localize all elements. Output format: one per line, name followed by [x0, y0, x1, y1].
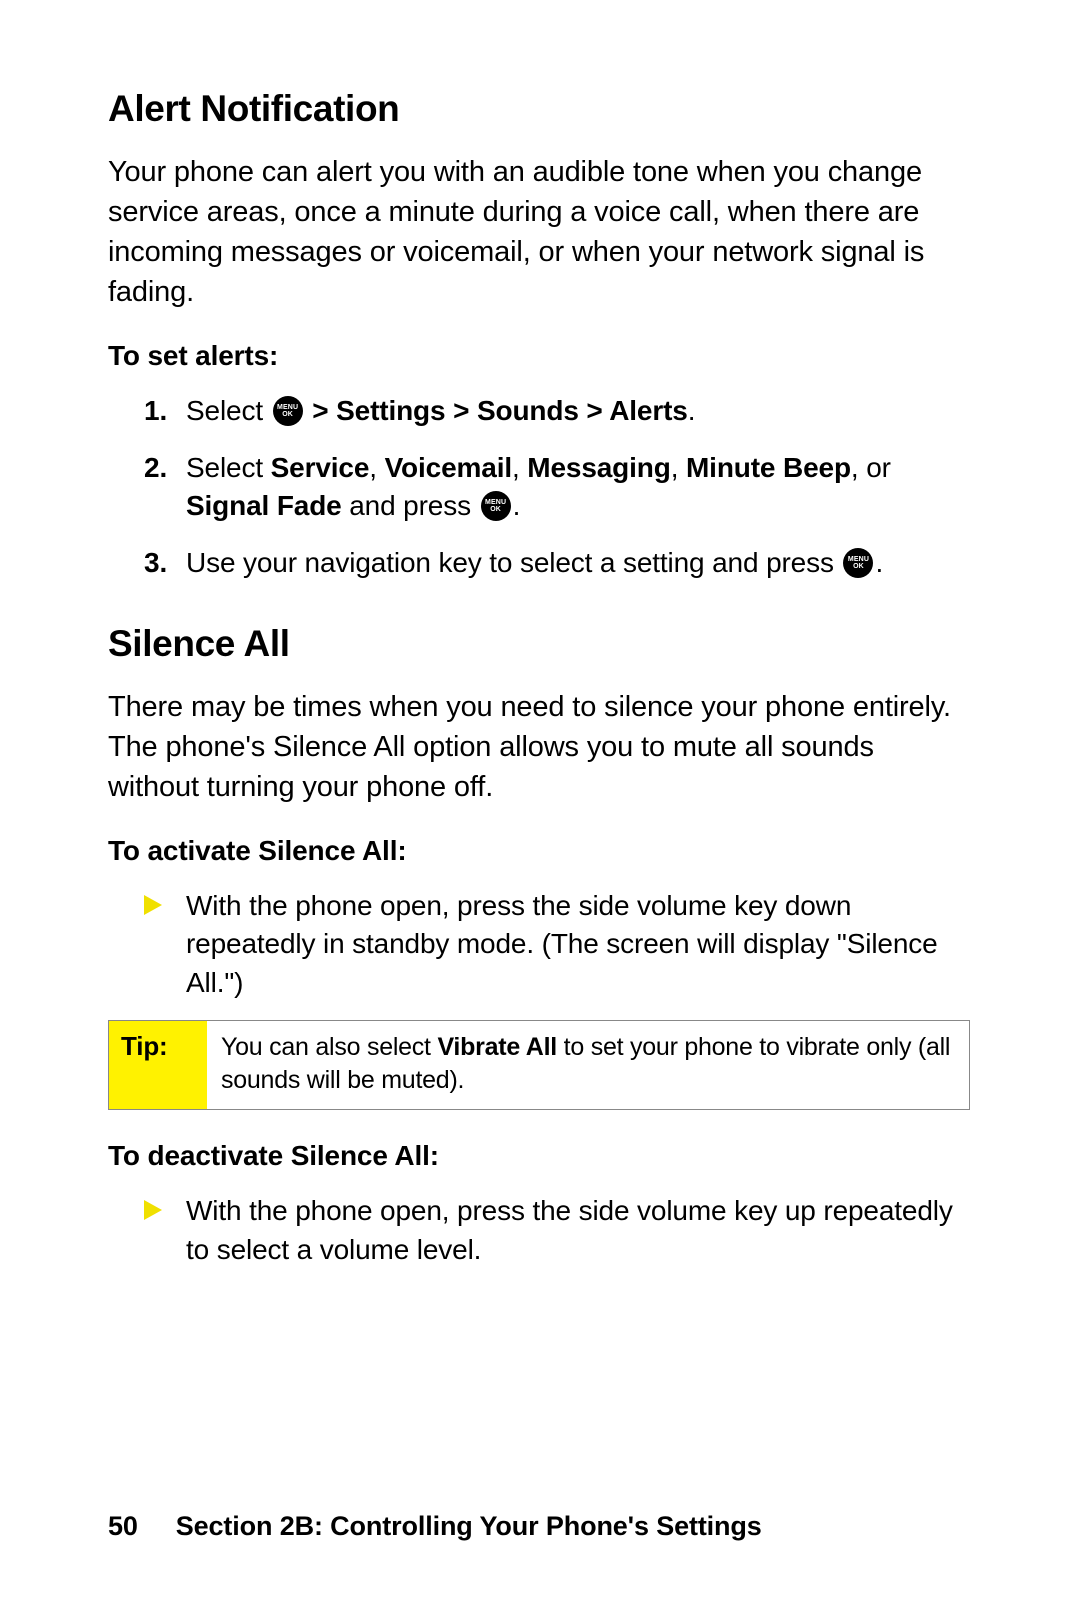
menu-ok-icon: MENUOK [481, 491, 511, 521]
page-content: Alert Notification Your phone can alert … [0, 0, 1080, 1270]
step-2: Select Service, Voicemail, Messaging, Mi… [144, 449, 970, 526]
subhead-activate-silence: To activate Silence All: [108, 835, 970, 867]
list-item: With the phone open, press the side volu… [144, 887, 970, 1003]
footer: 50 Section 2B: Controlling Your Phone's S… [108, 1511, 762, 1542]
subhead-set-alerts: To set alerts: [108, 340, 970, 372]
tip-content: You can also select Vibrate All to set y… [207, 1021, 969, 1109]
tip-box: Tip: You can also select Vibrate All to … [108, 1020, 970, 1110]
menu-ok-icon: MENUOK [273, 396, 303, 426]
step-3: Use your navigation key to select a sett… [144, 544, 970, 583]
heading-alert-notification: Alert Notification [108, 88, 970, 130]
tip-label: Tip: [109, 1021, 207, 1109]
step-1: Select MENUOK > Settings > Sounds > Aler… [144, 392, 970, 431]
bullet-deactivate: With the phone open, press the side volu… [144, 1192, 970, 1269]
menu-ok-icon: MENUOK [843, 548, 873, 578]
heading-silence-all: Silence All [108, 623, 970, 665]
subhead-deactivate-silence: To deactivate Silence All: [108, 1140, 970, 1172]
intro-silence-all: There may be times when you need to sile… [108, 687, 970, 807]
footer-section-title: Section 2B: Controlling Your Phone's Set… [176, 1511, 762, 1541]
triangle-bullet-icon [144, 1200, 162, 1220]
page-number: 50 [108, 1511, 138, 1541]
triangle-bullet-icon [144, 895, 162, 915]
steps-set-alerts: Select MENUOK > Settings > Sounds > Aler… [144, 392, 970, 583]
intro-alert-notification: Your phone can alert you with an audible… [108, 152, 970, 312]
list-item: With the phone open, press the side volu… [144, 1192, 970, 1269]
bullet-activate: With the phone open, press the side volu… [144, 887, 970, 1003]
